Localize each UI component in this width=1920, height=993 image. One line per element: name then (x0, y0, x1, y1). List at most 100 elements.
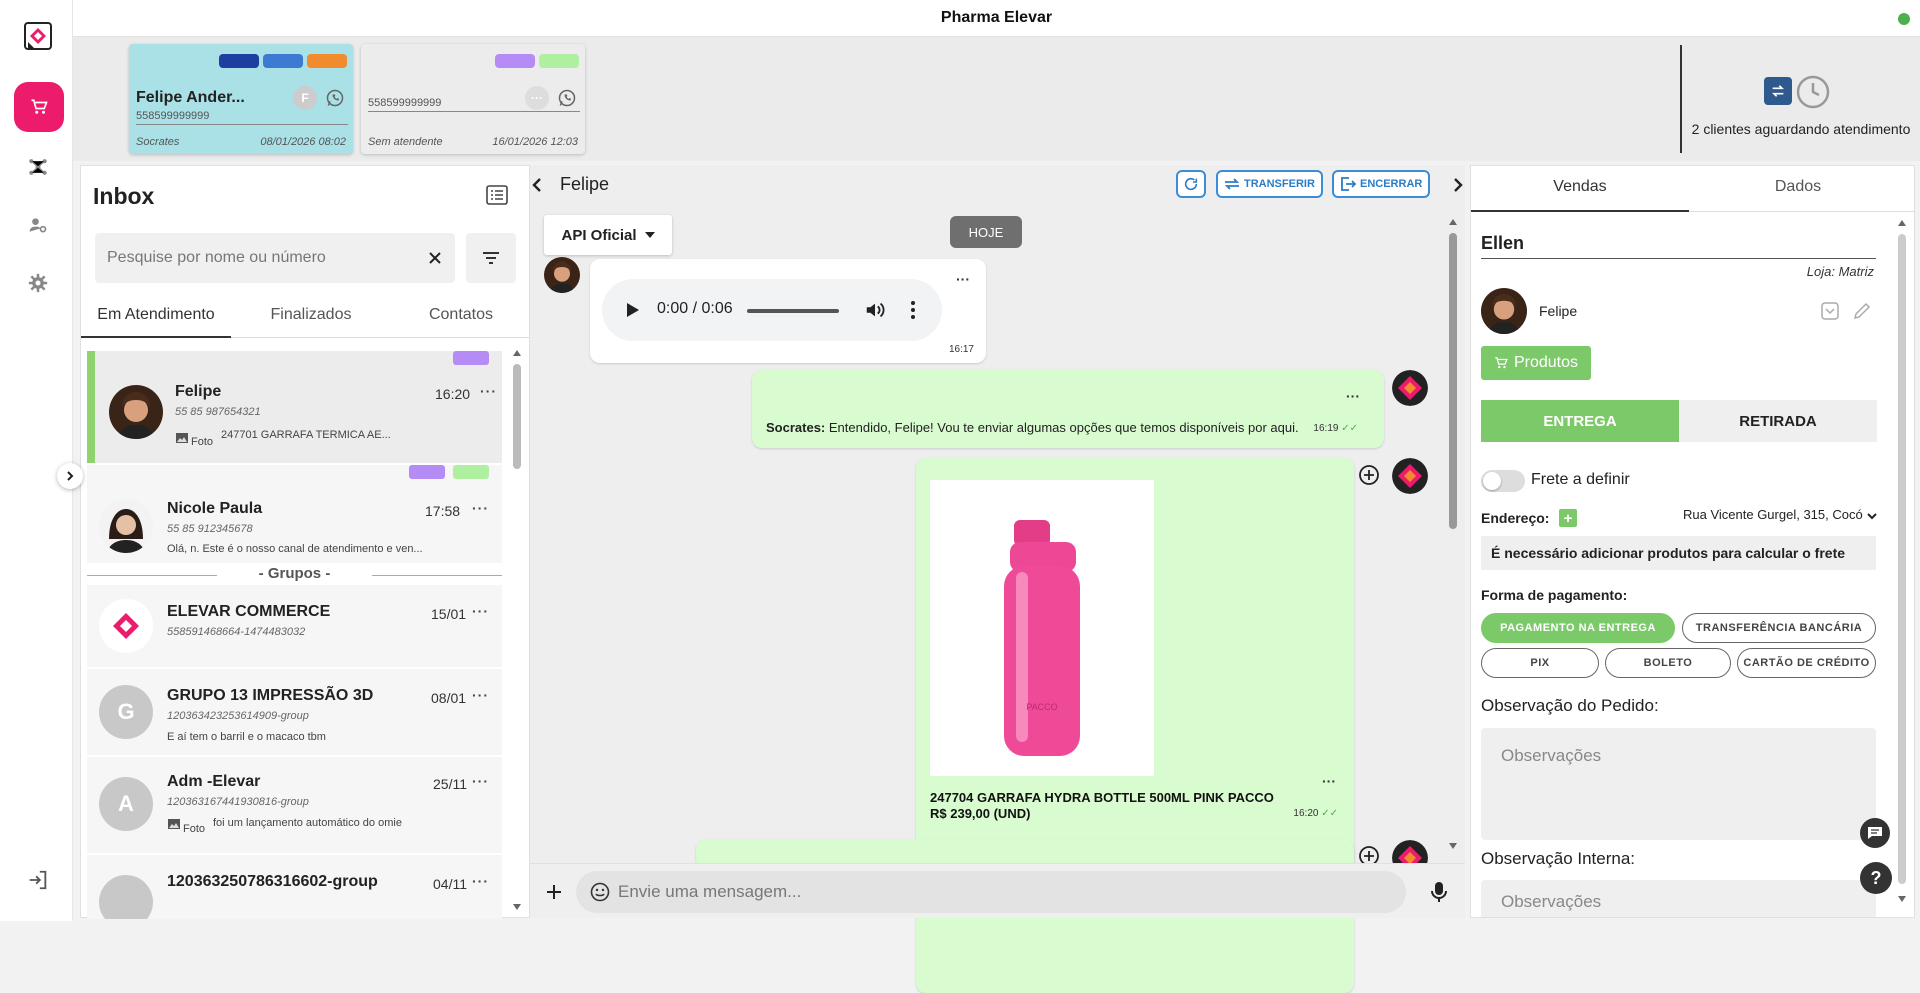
more-options-icon[interactable]: ··· (1322, 773, 1336, 789)
list-scrollbar[interactable] (511, 346, 523, 916)
close-icon[interactable] (425, 248, 445, 268)
contact-phone: 120363167441930816-group (167, 796, 309, 808)
panel-tabs: Vendas Dados (1471, 166, 1914, 212)
logout-icon[interactable] (27, 869, 49, 891)
tag (219, 54, 259, 68)
delivery-option-retirada[interactable]: RETIRADA (1679, 400, 1877, 442)
more-options-icon[interactable]: ··· (956, 271, 970, 287)
chat-icon (1868, 827, 1882, 839)
panel-scrollbar[interactable] (1896, 216, 1908, 906)
list-item[interactable]: ELEVAR COMMERCE 558591468664-1474483032 … (87, 585, 502, 667)
tab-em-atendimento[interactable]: Em Atendimento (81, 293, 231, 338)
store-label: Loja: Matriz (1806, 264, 1874, 279)
play-icon[interactable] (626, 302, 640, 318)
check-icon: ✓✓ (1341, 423, 1358, 434)
audio-progress[interactable] (747, 309, 839, 313)
clock-icon[interactable] (1796, 75, 1830, 109)
list-item[interactable]: 120363250786316602-group 04/11 ··· (87, 855, 502, 919)
online-status-dot (1898, 13, 1910, 25)
outgoing-message: ··· Socrates: Entendido, Felipe! Vou te … (752, 370, 1384, 448)
products-label: Produtos (1513, 354, 1579, 371)
date-badge: HOJE (950, 216, 1022, 248)
chevron-down-box-icon[interactable] (1819, 300, 1841, 322)
nav-network-icon[interactable] (27, 156, 49, 178)
product-image[interactable]: PACCO (930, 480, 1154, 776)
agent-avatar (1392, 370, 1428, 406)
more-options-icon[interactable]: ··· (472, 687, 489, 703)
message-body: Entendido, Felipe! Vou te enviar algumas… (828, 420, 1299, 435)
expand-sidebar-button[interactable] (57, 463, 83, 489)
check-icon: ✓✓ (1321, 808, 1338, 819)
cart-icon (31, 99, 48, 114)
avatar (99, 599, 153, 653)
internal-notes-field[interactable] (1481, 880, 1876, 917)
order-notes-label: Observação do Pedido: (1481, 696, 1659, 715)
nav-settings-icon[interactable] (27, 272, 49, 294)
list-view-icon[interactable] (485, 183, 509, 207)
inbox-panel: Inbox Em Atendimento Finalizados Contato… (80, 165, 531, 919)
tag (539, 54, 579, 68)
add-circle-icon[interactable] (1358, 464, 1380, 486)
message-input[interactable] (618, 871, 1378, 913)
filter-button[interactable] (466, 233, 516, 283)
chevron-down-icon (1866, 512, 1878, 522)
more-options-icon[interactable]: ··· (472, 873, 489, 889)
queue-card[interactable]: ··· 558599999999 Sem atendente 16/01/202… (361, 44, 585, 154)
list-item[interactable]: Nicole Paula 55 85 912345678 17:58 ··· O… (87, 465, 502, 563)
payment-option-entrega[interactable]: PAGAMENTO NA ENTREGA (1481, 613, 1675, 643)
audio-player[interactable]: 0:00 / 0:06 (602, 279, 942, 341)
search-input[interactable] (107, 233, 407, 283)
card-agent: Sem atendente (368, 136, 443, 148)
message-time: 16:19 ✓✓ (1313, 423, 1358, 434)
close-chat-button[interactable]: ENCERRAR (1332, 170, 1431, 198)
emoji-icon[interactable] (590, 882, 610, 902)
list-item[interactable]: Felipe 55 85 987654321 16:20 ··· Foto 24… (87, 351, 502, 463)
delivery-option-entrega[interactable]: ENTREGA (1481, 400, 1679, 442)
agent-avatar (1392, 458, 1428, 494)
nav-users-settings-icon[interactable] (27, 214, 49, 236)
chat-scrollbar[interactable] (1447, 215, 1459, 855)
contact-name: Felipe (175, 383, 222, 400)
products-button[interactable]: Produtos (1481, 346, 1591, 380)
more-options-icon[interactable]: ··· (1346, 388, 1360, 404)
card-client-name: Felipe Ander... (136, 89, 245, 106)
chevron-right-icon[interactable] (1446, 174, 1468, 196)
frete-toggle[interactable] (1481, 470, 1525, 492)
payment-option-boleto[interactable]: BOLETO (1605, 648, 1731, 678)
payment-option-transferencia[interactable]: TRANSFERÊNCIA BANCÁRIA (1682, 613, 1876, 643)
list-item[interactable]: A Adm -Elevar 120363167441930816-group 2… (87, 757, 502, 853)
tab-dados[interactable]: Dados (1689, 166, 1907, 212)
address-select[interactable]: Rua Vicente Gurgel, 315, Cocó (1683, 507, 1878, 529)
chevron-right-icon (67, 471, 74, 481)
help-button[interactable]: ? (1860, 862, 1892, 894)
list-item[interactable]: G GRUPO 13 IMPRESSÃO 3D 1203634232536149… (87, 669, 502, 755)
refresh-button[interactable] (1176, 170, 1206, 198)
payment-option-pix[interactable]: PIX (1481, 648, 1599, 678)
more-options-icon[interactable]: ··· (472, 603, 489, 619)
inbox-title: Inbox (93, 183, 155, 209)
chevron-left-icon[interactable] (527, 174, 549, 196)
kebab-menu-icon[interactable] (910, 300, 916, 320)
payment-option-cartao[interactable]: CARTÃO DE CRÉDITO (1737, 648, 1876, 678)
swap-icon[interactable] (1764, 77, 1792, 105)
more-options-icon[interactable]: ··· (472, 500, 489, 516)
edit-icon[interactable] (1851, 300, 1873, 322)
queue-card[interactable]: Felipe Ander... F 558599999999 Socrates … (129, 44, 353, 154)
nav-sales-cart[interactable] (14, 82, 64, 132)
conversation-list: Felipe 55 85 987654321 16:20 ··· Foto 24… (87, 351, 502, 919)
tab-contatos[interactable]: Contatos (386, 293, 536, 338)
app-logo[interactable] (24, 22, 52, 50)
more-options-icon[interactable]: ··· (472, 773, 489, 789)
plus-icon[interactable] (542, 880, 566, 904)
order-notes-field[interactable] (1481, 728, 1876, 840)
add-address-button[interactable]: + (1559, 509, 1577, 527)
more-options-icon[interactable]: ··· (480, 383, 497, 399)
tab-finalizados[interactable]: Finalizados (236, 293, 386, 338)
chat-bubble-button[interactable] (1860, 818, 1890, 848)
contact-phone: 55 85 987654321 (175, 406, 261, 418)
microphone-icon[interactable] (1429, 880, 1449, 904)
tab-vendas[interactable]: Vendas (1471, 166, 1689, 212)
transfer-button[interactable]: TRANSFERIR (1216, 170, 1323, 198)
api-selector[interactable]: API Oficial (544, 215, 672, 255)
volume-icon[interactable] (864, 299, 886, 321)
